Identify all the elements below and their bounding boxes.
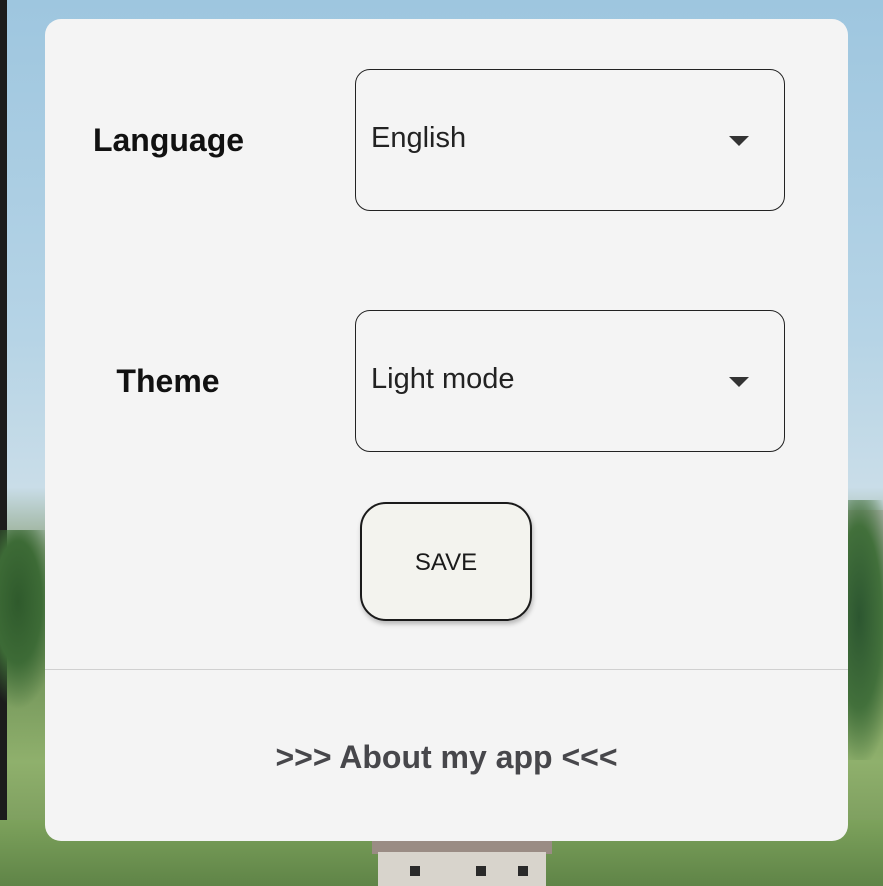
save-button[interactable]: SAVE — [360, 502, 532, 621]
house-window — [410, 866, 420, 876]
theme-label: Theme — [116, 363, 220, 399]
language-dropdown[interactable]: English — [355, 69, 785, 211]
caret-down-icon — [729, 136, 749, 146]
theme-dropdown[interactable]: Light mode — [355, 310, 785, 452]
house-window — [518, 866, 528, 876]
caret-down-icon — [729, 377, 749, 387]
settings-card: Language English Theme Light mode SAVE >… — [45, 19, 848, 841]
language-label: Language — [92, 122, 245, 158]
house-illustration — [372, 840, 552, 886]
divider — [45, 669, 848, 670]
house-window — [476, 866, 486, 876]
screen-edge — [0, 0, 7, 886]
theme-selected-value: Light mode — [371, 363, 515, 395]
about-app-link[interactable]: >>> About my app <<< — [45, 739, 848, 776]
language-selected-value: English — [371, 122, 467, 154]
